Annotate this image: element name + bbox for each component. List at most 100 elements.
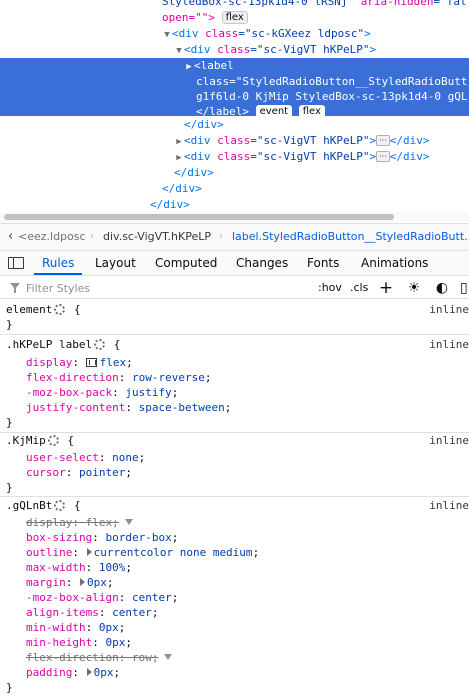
collapsed-ellipsis[interactable]: ··· — [376, 135, 390, 146]
markup-line[interactable]: ▶ <div class="sc-VigVT hKPeLP"> ··· </div> — [0, 133, 469, 148]
property-value[interactable]: pointer — [79, 466, 125, 479]
property-name[interactable]: display — [26, 356, 72, 369]
class-toggle-button[interactable]: .cls — [350, 280, 368, 296]
filter-overridden-icon[interactable] — [164, 654, 173, 660]
gear-icon[interactable] — [54, 304, 66, 315]
selected-markup-line[interactable]: ▶ <label — [0, 58, 469, 74]
collapsed-twisty-icon[interactable]: ▶ — [174, 151, 184, 166]
overridden-declaration[interactable]: display: flex; — [0, 515, 469, 530]
property-value[interactable]: flex — [100, 356, 127, 369]
breadcrumb-item[interactable]: <eez.ldposc — [18, 224, 86, 250]
tab-layout[interactable]: Layout — [95, 251, 136, 275]
rule-selector[interactable]: element — [6, 303, 52, 316]
markup-line[interactable]: ▶ <div class="sc-VigVT hKPeLP"> ··· </div> — [0, 149, 469, 164]
toggle-panel-icon[interactable] — [8, 257, 24, 269]
declaration[interactable]: -moz-box-align: center; — [0, 590, 469, 605]
markup-line[interactable]: open=""> flex — [0, 10, 469, 25]
markup-line[interactable]: </div> — [0, 197, 469, 212]
rule-selector[interactable]: .KjMip — [6, 434, 46, 447]
declaration[interactable]: min-height: 0px; — [0, 635, 469, 650]
declaration[interactable]: -moz-box-pack: justify; — [0, 385, 469, 400]
tab-rules[interactable]: Rules — [34, 251, 83, 275]
expanded-twisty-icon[interactable]: ▼ — [174, 44, 184, 59]
property-value[interactable]: row — [132, 651, 152, 664]
filter-overridden-icon[interactable] — [124, 519, 133, 525]
collapsed-twisty-icon[interactable]: ▶ — [174, 135, 184, 150]
property-value[interactable]: justify — [125, 386, 171, 399]
property-name[interactable]: display — [26, 516, 72, 529]
expanded-twisty-icon[interactable]: ▼ — [162, 28, 172, 43]
declaration[interactable]: flex-direction: row-reverse; — [0, 370, 469, 385]
property-name[interactable]: padding — [26, 666, 72, 679]
property-name[interactable]: flex-direction — [26, 651, 119, 664]
flex-badge[interactable]: flex — [221, 11, 248, 24]
markup-line[interactable]: ▼ <div class="sc-VigVT hKPeLP"> — [0, 42, 469, 57]
property-name[interactable]: user-select — [26, 451, 99, 464]
tab-animations[interactable]: Animations — [361, 251, 428, 275]
property-value[interactable]: 100% — [99, 561, 126, 574]
add-rule-icon[interactable]: + — [378, 280, 394, 297]
declaration[interactable]: display: flex; — [0, 355, 469, 370]
declaration[interactable]: min-width: 0px; — [0, 620, 469, 635]
collapsed-ellipsis[interactable]: ··· — [376, 151, 390, 162]
property-name[interactable]: align-items — [26, 606, 99, 619]
rule-source[interactable]: inline — [429, 498, 469, 513]
property-value[interactable]: flex — [86, 516, 113, 529]
property-name[interactable]: cursor — [26, 466, 66, 479]
markup-line[interactable]: </div> — [0, 117, 469, 132]
declaration[interactable]: cursor: pointer; — [0, 465, 469, 480]
flexbox-icon[interactable] — [85, 358, 97, 367]
property-name[interactable]: outline — [26, 546, 72, 559]
overridden-declaration[interactable]: flex-direction: row; — [0, 650, 469, 665]
light-mode-icon[interactable]: ☀ — [406, 280, 422, 296]
property-value[interactable]: center — [112, 606, 152, 619]
rule-source[interactable]: inline — [429, 337, 469, 352]
property-value[interactable]: currentcolor none medium — [94, 546, 253, 559]
property-value[interactable]: none — [112, 451, 139, 464]
declaration[interactable]: box-sizing: border-box; — [0, 530, 469, 545]
markup-line[interactable]: </div> — [0, 181, 469, 196]
property-value[interactable]: row-reverse — [132, 371, 205, 384]
property-value[interactable]: center — [132, 591, 172, 604]
scrollbar-thumb[interactable] — [4, 214, 394, 220]
tab-fonts[interactable]: Fonts — [307, 251, 339, 275]
collapsed-twisty-icon[interactable]: ▶ — [184, 60, 194, 75]
property-name[interactable]: box-sizing — [26, 531, 92, 544]
breadcrumb-item[interactable]: div.sc-VigVT.hKPeLP — [103, 224, 211, 250]
selected-markup-line[interactable]: class="StyledRadioButton__StyledRadioBut… — [0, 74, 469, 89]
property-name[interactable]: flex-direction — [26, 371, 119, 384]
selected-markup-line[interactable]: g1f6ld-0 KjMip StyledBox-sc-13pk1d4-0 gQ… — [0, 89, 469, 104]
property-value[interactable]: 0px — [87, 576, 107, 589]
markup-line[interactable]: </div> — [0, 165, 469, 180]
rule-selector[interactable]: .gQLnBt — [6, 499, 52, 512]
property-name[interactable]: max-width — [26, 561, 86, 574]
declaration[interactable]: user-select: none; — [0, 450, 469, 465]
property-name[interactable]: min-width — [26, 621, 86, 634]
property-value[interactable]: 0px — [99, 621, 119, 634]
markup-line[interactable]: ▼ <div class="sc-kGXeez ldposc"> — [0, 26, 469, 41]
rule-source[interactable]: inline — [429, 302, 469, 317]
property-name[interactable]: -moz-box-pack — [26, 386, 112, 399]
chevron-left-icon[interactable]: ‹ — [8, 224, 13, 250]
expand-shorthand-icon[interactable] — [80, 578, 85, 586]
hover-toggle-button[interactable]: :hov — [318, 280, 342, 296]
rule-source[interactable]: inline — [429, 433, 469, 448]
declaration[interactable]: padding: 0px; — [0, 665, 469, 680]
selected-markup-line[interactable]: </label> event flex — [0, 104, 469, 118]
property-name[interactable]: min-height — [26, 636, 92, 649]
breadcrumb-item-current[interactable]: label.StyledRadioButton__StyledRadioButt… — [232, 224, 469, 250]
expand-shorthand-icon[interactable] — [86, 668, 92, 676]
declaration[interactable]: align-items: center; — [0, 605, 469, 620]
print-icon[interactable]: ▯ — [460, 280, 469, 296]
markup-line[interactable]: StyledBox-sc-13pk1d4-0 lRSNj" aria-hidde… — [0, 0, 469, 9]
declaration[interactable]: justify-content: space-between; — [0, 400, 469, 415]
property-name[interactable]: -moz-box-align — [26, 591, 119, 604]
property-value[interactable]: space-between — [139, 401, 225, 414]
property-name[interactable]: justify-content — [26, 401, 125, 414]
declaration[interactable]: outline: currentcolor none medium; — [0, 545, 469, 560]
declaration[interactable]: max-width: 100%; — [0, 560, 469, 575]
property-value[interactable]: border-box — [105, 531, 171, 544]
declaration[interactable]: margin: 0px; — [0, 575, 469, 590]
horizontal-scrollbar[interactable] — [0, 212, 469, 222]
tab-computed[interactable]: Computed — [155, 251, 217, 275]
